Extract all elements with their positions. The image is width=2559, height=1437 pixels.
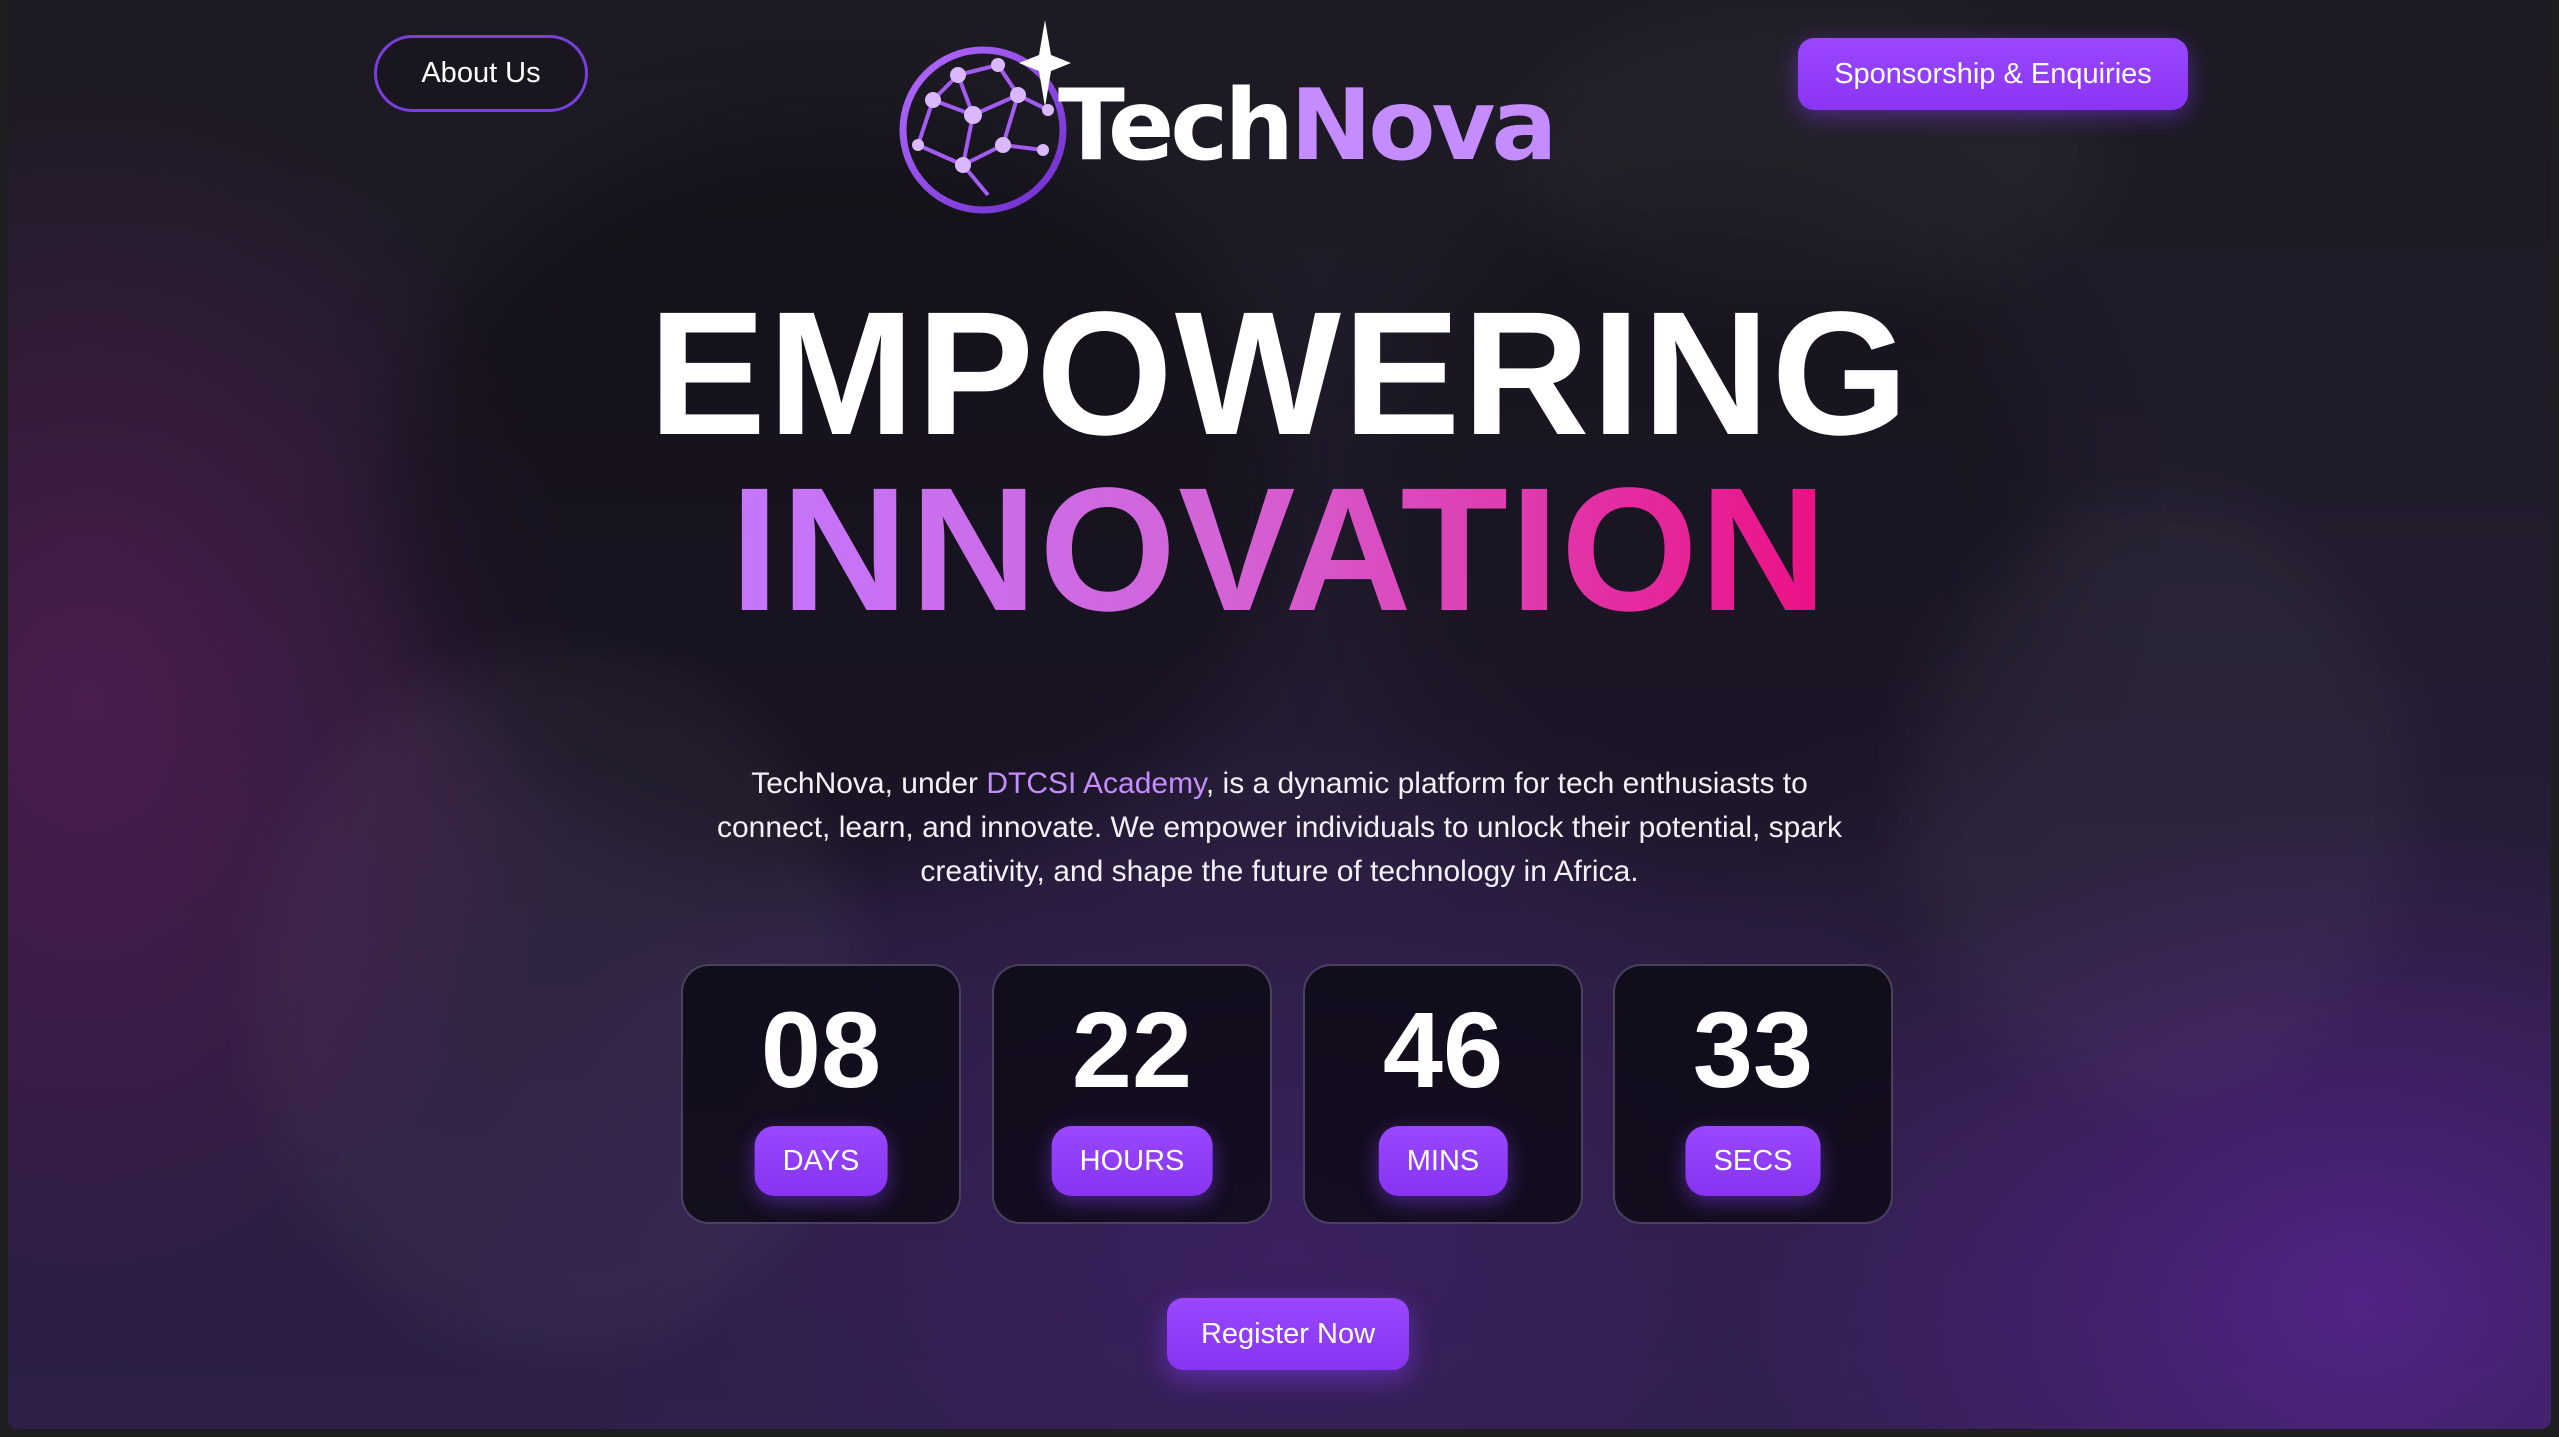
sponsorship-enquiries-button[interactable]: Sponsorship & Enquiries: [1798, 38, 2188, 110]
countdown-days-label: DAYS: [754, 1126, 888, 1196]
countdown-mins-label: MINS: [1378, 1126, 1508, 1196]
technova-logo[interactable]: TechNova: [893, 15, 1558, 215]
headline-empowering: EMPOWERING: [648, 276, 1911, 472]
about-us-button[interactable]: About Us: [374, 35, 588, 112]
logo-wordmark: TechNova: [1058, 77, 1558, 175]
logo-nova-text: Nova: [1290, 69, 1557, 183]
globe-network-icon: [899, 20, 1071, 214]
register-now-button[interactable]: Register Now: [1167, 1298, 1409, 1370]
headline-innovation: INNOVATION: [8, 462, 2551, 638]
countdown-mins-value: 46: [1382, 989, 1504, 1110]
headline-innovation-text: INNOVATION: [724, 462, 1835, 638]
countdown-secs: 33 SECS: [1613, 964, 1893, 1224]
countdown-timer: 08 DAYS 22 HOURS 46 MINS 33 SECS: [681, 964, 1893, 1224]
hero-description: TechNova, under DTCSI Academy, is a dyna…: [708, 762, 1851, 894]
countdown-hours-label: HOURS: [1051, 1126, 1213, 1196]
description-prefix: TechNova, under: [751, 767, 987, 800]
countdown-secs-value: 33: [1692, 989, 1814, 1110]
countdown-secs-label: SECS: [1685, 1126, 1821, 1196]
logo-tech-text: Tech: [1058, 69, 1294, 183]
dtcsi-academy-link[interactable]: DTCSI Academy: [986, 767, 1206, 800]
countdown-mins: 46 MINS: [1303, 964, 1583, 1224]
hero-page: About Us TechNova Sponsorship & Enquirie…: [8, 0, 2551, 1429]
countdown-days: 08 DAYS: [681, 964, 961, 1224]
countdown-days-value: 08: [760, 989, 882, 1110]
countdown-hours: 22 HOURS: [992, 964, 1272, 1224]
countdown-hours-value: 22: [1071, 989, 1193, 1110]
